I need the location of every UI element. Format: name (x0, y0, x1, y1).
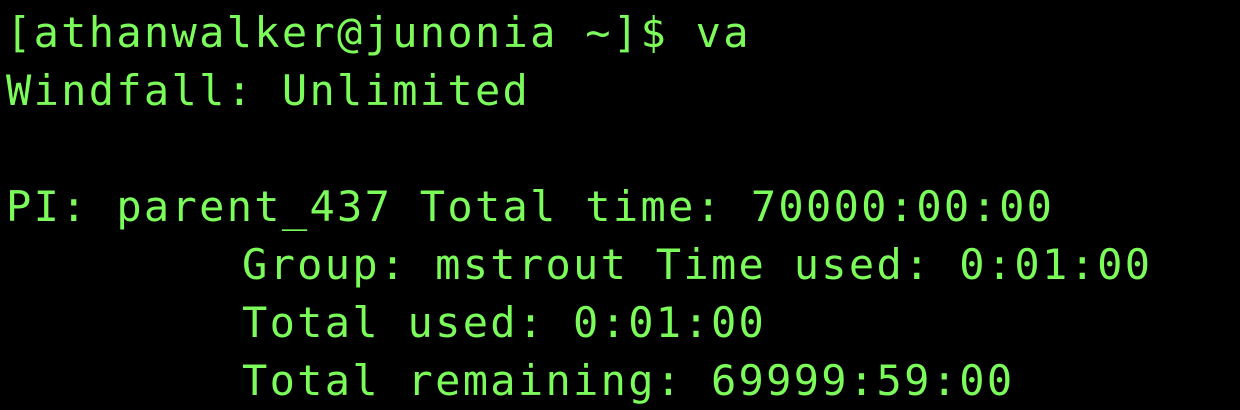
terminal-window[interactable]: [athanwalker@junonia ~]$ va Windfall: Un… (0, 0, 1240, 408)
prompt-line: [athanwalker@junonia ~]$ va (6, 4, 1240, 62)
command-text: va (695, 8, 751, 57)
pi-line: PI: parent_437 Total time: 70000:00:00 (6, 182, 1055, 231)
total-remaining-line: Total remaining: 69999:59:00 (242, 356, 1015, 405)
group-line: Group: mstrout Time used: 0:01:00 (242, 240, 1153, 289)
windfall-line: Windfall: Unlimited (6, 66, 531, 115)
total-used-line: Total used: 0:01:00 (242, 298, 767, 347)
shell-prompt: [athanwalker@junonia ~]$ (6, 8, 669, 57)
